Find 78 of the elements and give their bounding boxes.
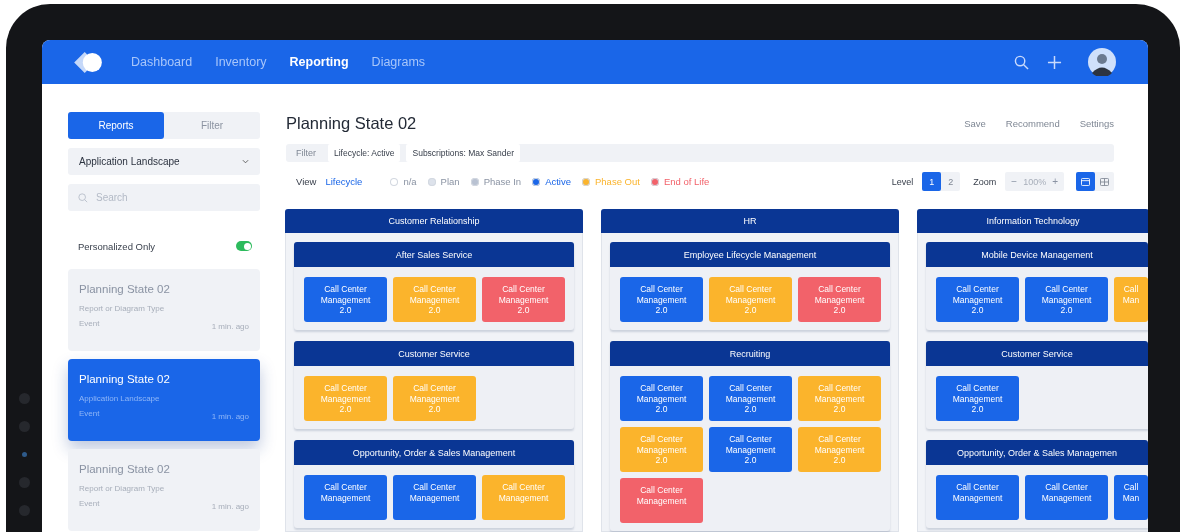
- avatar-icon[interactable]: [1088, 48, 1116, 76]
- board-view-button[interactable]: [1076, 172, 1095, 191]
- application-card[interactable]: Call Center Management 2.0: [1025, 277, 1108, 322]
- group-header: Customer Service: [294, 341, 574, 366]
- action-link[interactable]: Save: [964, 118, 986, 129]
- level-button[interactable]: 1: [922, 172, 942, 191]
- filter-chip[interactable]: Subscriptions: Max Sander: [406, 144, 521, 162]
- report-event: Event: [79, 409, 100, 420]
- group-header: Employee Lifecycle Management: [610, 242, 890, 267]
- sidebar-tab[interactable]: Reports: [68, 112, 164, 139]
- application-card[interactable]: Call Center Management 2.0: [798, 277, 881, 322]
- camera-dot: [21, 452, 27, 457]
- report-title: Planning State 02: [79, 463, 171, 475]
- application-card[interactable]: Call Center Management: [393, 475, 476, 520]
- nav-link[interactable]: Dashboard: [131, 55, 193, 69]
- zoom-value: 100%: [1022, 176, 1048, 187]
- application-card[interactable]: Call Center Management 2.0: [709, 427, 792, 472]
- nav-link[interactable]: Reporting: [289, 55, 349, 69]
- application-card[interactable]: Call Center Management 2.0: [936, 376, 1019, 421]
- application-card[interactable]: Call Center Management 2.0: [304, 277, 387, 322]
- toggle-switch[interactable]: [236, 241, 252, 251]
- search-icon: [78, 192, 88, 203]
- view-link[interactable]: Lifecycle: [325, 176, 363, 187]
- report-event: Event: [79, 319, 100, 330]
- group-header: Customer Service: [926, 341, 1148, 366]
- report-event: Event: [79, 499, 100, 510]
- filter-chip[interactable]: Lifecycle: Active: [328, 144, 401, 162]
- column-header: Customer Relationship: [285, 209, 583, 233]
- zoom-in-button[interactable]: +: [1048, 176, 1062, 187]
- grid-view-icon: [1100, 177, 1109, 186]
- action-link[interactable]: Settings: [1079, 118, 1114, 129]
- application-card[interactable]: Call Center Management: [1025, 475, 1108, 520]
- column-header: HR: [601, 209, 899, 233]
- group-header: After Sales Service: [294, 242, 574, 267]
- caret-icon: [242, 159, 249, 164]
- application-card[interactable]: Call Center Management 2.0: [620, 277, 703, 322]
- legend-label: Phase In: [483, 176, 522, 187]
- application-card[interactable]: Call Center Management: [304, 475, 387, 520]
- group-header: Opportunity, Order & Sales Managemen: [926, 440, 1148, 465]
- legend-label: Active: [545, 176, 571, 187]
- application-card[interactable]: Call Center Management 2.0: [709, 376, 792, 421]
- nav-link[interactable]: Diagrams: [371, 55, 426, 69]
- logo-icon: [74, 51, 103, 73]
- report-title: Planning State 02: [79, 283, 171, 295]
- level-button[interactable]: 2: [941, 172, 961, 191]
- level-label: Level: [891, 176, 914, 187]
- nav-link[interactable]: Inventory: [215, 55, 267, 69]
- search-icon[interactable]: [1014, 54, 1029, 70]
- application-card[interactable]: Call Man: [1114, 475, 1148, 520]
- report-title: Planning State 02: [79, 373, 171, 385]
- group-header: Mobile Device Management: [926, 242, 1148, 267]
- report-card[interactable]: Planning State 02 Application Landscape Event 1 min. ago: [68, 359, 260, 441]
- group-header: Recruiting: [610, 341, 890, 366]
- toggle-label: Personalized Only: [78, 240, 156, 252]
- report-type: Application Landscape: [79, 394, 161, 403]
- report-time: 1 min. ago: [211, 412, 249, 421]
- legend-label: Phase Out: [595, 176, 640, 187]
- application-card[interactable]: Call Center Management 2.0: [620, 376, 703, 421]
- view-label: View: [296, 176, 317, 187]
- search-field[interactable]: Search: [68, 184, 260, 211]
- application-card[interactable]: Call Center Management 2.0: [936, 277, 1019, 322]
- page-title: Planning State 02: [286, 114, 417, 133]
- column-header: Information Technology: [917, 209, 1148, 233]
- group-header: Opportunity, Order & Sales Management: [294, 440, 574, 465]
- application-card[interactable]: Call Center Management 2.0: [482, 277, 565, 322]
- plus-icon[interactable]: [1047, 54, 1062, 70]
- board-view-icon: [1081, 177, 1090, 186]
- zoom-out-button[interactable]: −: [1007, 176, 1022, 187]
- legend-label: Plan: [440, 176, 460, 187]
- application-card[interactable]: Call Center Management: [620, 478, 703, 523]
- filter-label: Filter: [296, 148, 316, 158]
- zoom-label: Zoom: [973, 176, 997, 187]
- legend-label: End of Life: [663, 176, 710, 187]
- application-card[interactable]: Call Center Management: [936, 475, 1019, 520]
- legend-label: n/a: [403, 176, 417, 187]
- action-link[interactable]: Recommend: [1005, 118, 1060, 129]
- sidebar-tab[interactable]: Filter: [164, 112, 260, 139]
- landscape-dropdown[interactable]: Application Landscape: [68, 148, 260, 175]
